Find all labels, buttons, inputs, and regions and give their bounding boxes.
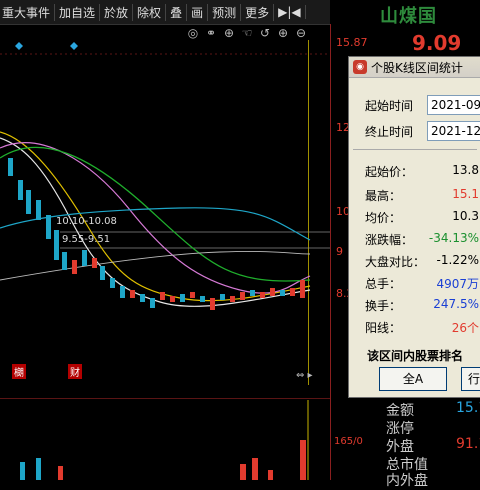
- stat-value-volume: 4907万: [436, 277, 479, 291]
- info-value-outer: 91.1: [456, 436, 480, 452]
- last-price: 9.09: [412, 31, 462, 55]
- info-value-amount: 15.1: [456, 400, 480, 416]
- y-axis-divider: [330, 24, 331, 480]
- dialog-divider: [353, 149, 477, 150]
- info-label-limitup: 涨停: [386, 421, 414, 437]
- toolbar-forecast-button[interactable]: 预测: [208, 3, 242, 21]
- stat-label-change: 涨跌幅：: [365, 233, 414, 247]
- info-label-inner-outer: 内外盘: [386, 473, 428, 489]
- stat-value-turnover: 247.5%: [433, 297, 479, 311]
- rank-industry-button[interactable]: 行: [461, 367, 480, 391]
- panel-divider: [0, 398, 330, 399]
- toolbar-collapse-button[interactable]: ▶|◀: [274, 5, 306, 19]
- undo-icon[interactable]: ↺: [258, 26, 272, 40]
- dialog-title: 个股K线区间统计: [371, 60, 463, 75]
- candles: [8, 158, 305, 310]
- info-label-amount: 金额: [386, 403, 414, 419]
- start-time-label: 起始时间: [365, 99, 414, 113]
- event-badge-right[interactable]: 财: [68, 364, 82, 379]
- candlestick-chart[interactable]: [0, 40, 330, 385]
- ma120-line: [0, 250, 311, 281]
- app-logo-icon: ◉: [353, 60, 367, 74]
- stat-label-volume: 总手：: [365, 277, 402, 291]
- top-toolbar: 重大事件 加自选 於放 除权 叠 画 预测 更多 ▶|◀: [0, 0, 330, 25]
- stat-label-high: 最高：: [365, 189, 402, 203]
- start-time-input[interactable]: 2021-09-: [427, 95, 480, 115]
- stat-value-high: 15.1: [452, 187, 479, 201]
- stat-label-avg: 均价：: [365, 211, 402, 225]
- zoom-out-icon[interactable]: ⊖: [294, 26, 308, 40]
- hand-icon[interactable]: ☜: [240, 26, 254, 40]
- toolbar-event-button[interactable]: 重大事件: [0, 3, 56, 21]
- info-label-outer: 外盘: [386, 439, 414, 455]
- target-icon[interactable]: ⊕: [222, 26, 236, 40]
- toolbar-exright-button[interactable]: 除权: [133, 3, 167, 21]
- event-badge-left[interactable]: 樃: [12, 364, 26, 379]
- stat-value-change: -34.13%: [428, 231, 479, 245]
- stock-name: 山煤国: [380, 6, 437, 27]
- link-icon[interactable]: ⚭: [204, 26, 218, 40]
- scroll-control[interactable]: ⇔ ▸: [296, 370, 313, 381]
- stat-label-market-compare: 大盘对比：: [365, 255, 426, 269]
- stat-value-up-days: 26个: [451, 321, 479, 335]
- toolbar-add-watchlist-button[interactable]: 加自选: [55, 3, 101, 21]
- y-label-9: 9: [336, 245, 343, 258]
- range-annotation-low: 9.55-9.51: [62, 234, 111, 245]
- toolbar-draw-button[interactable]: 画: [187, 3, 209, 21]
- toolbar-zoom-button[interactable]: 於放: [100, 3, 134, 21]
- end-time-label: 终止时间: [365, 125, 414, 139]
- y-label-top: 15.87: [336, 36, 368, 49]
- dialog-title-bar[interactable]: ◉ 个股K线区间统计: [349, 57, 480, 78]
- stat-label-open: 起始价：: [365, 165, 414, 179]
- zoom-in-icon[interactable]: ⊕: [276, 26, 290, 40]
- eye-icon[interactable]: ◎: [186, 26, 200, 40]
- range-annotation-high: 10.10-10.08: [56, 216, 117, 227]
- toolbar-overlay-button[interactable]: 叠: [166, 3, 188, 21]
- toolbar-more-button[interactable]: 更多: [241, 3, 275, 21]
- rank-all-a-button[interactable]: 全A: [379, 367, 447, 391]
- stat-value-avg: 10.3: [452, 209, 479, 223]
- chart-icon-row: ◎ ⚭ ⊕ ☜ ↺ ⊕ ⊖: [186, 26, 326, 40]
- volume-axis-label: 165/0: [334, 436, 363, 447]
- stat-value-open: 13.8: [452, 163, 479, 177]
- volume-panel: [20, 400, 309, 480]
- end-time-input[interactable]: 2021-12-: [427, 121, 480, 141]
- interval-stats-dialog: ◉ 个股K线区间统计 起始时间 2021-09- 终止时间 2021-12- 起…: [348, 56, 480, 398]
- stat-label-turnover: 换手：: [365, 299, 402, 313]
- stat-label-up-days: 阳线：: [365, 321, 402, 335]
- stat-value-market-compare: -1.22%: [436, 253, 479, 267]
- ranking-section-title: 该区间内股票排名: [367, 349, 464, 363]
